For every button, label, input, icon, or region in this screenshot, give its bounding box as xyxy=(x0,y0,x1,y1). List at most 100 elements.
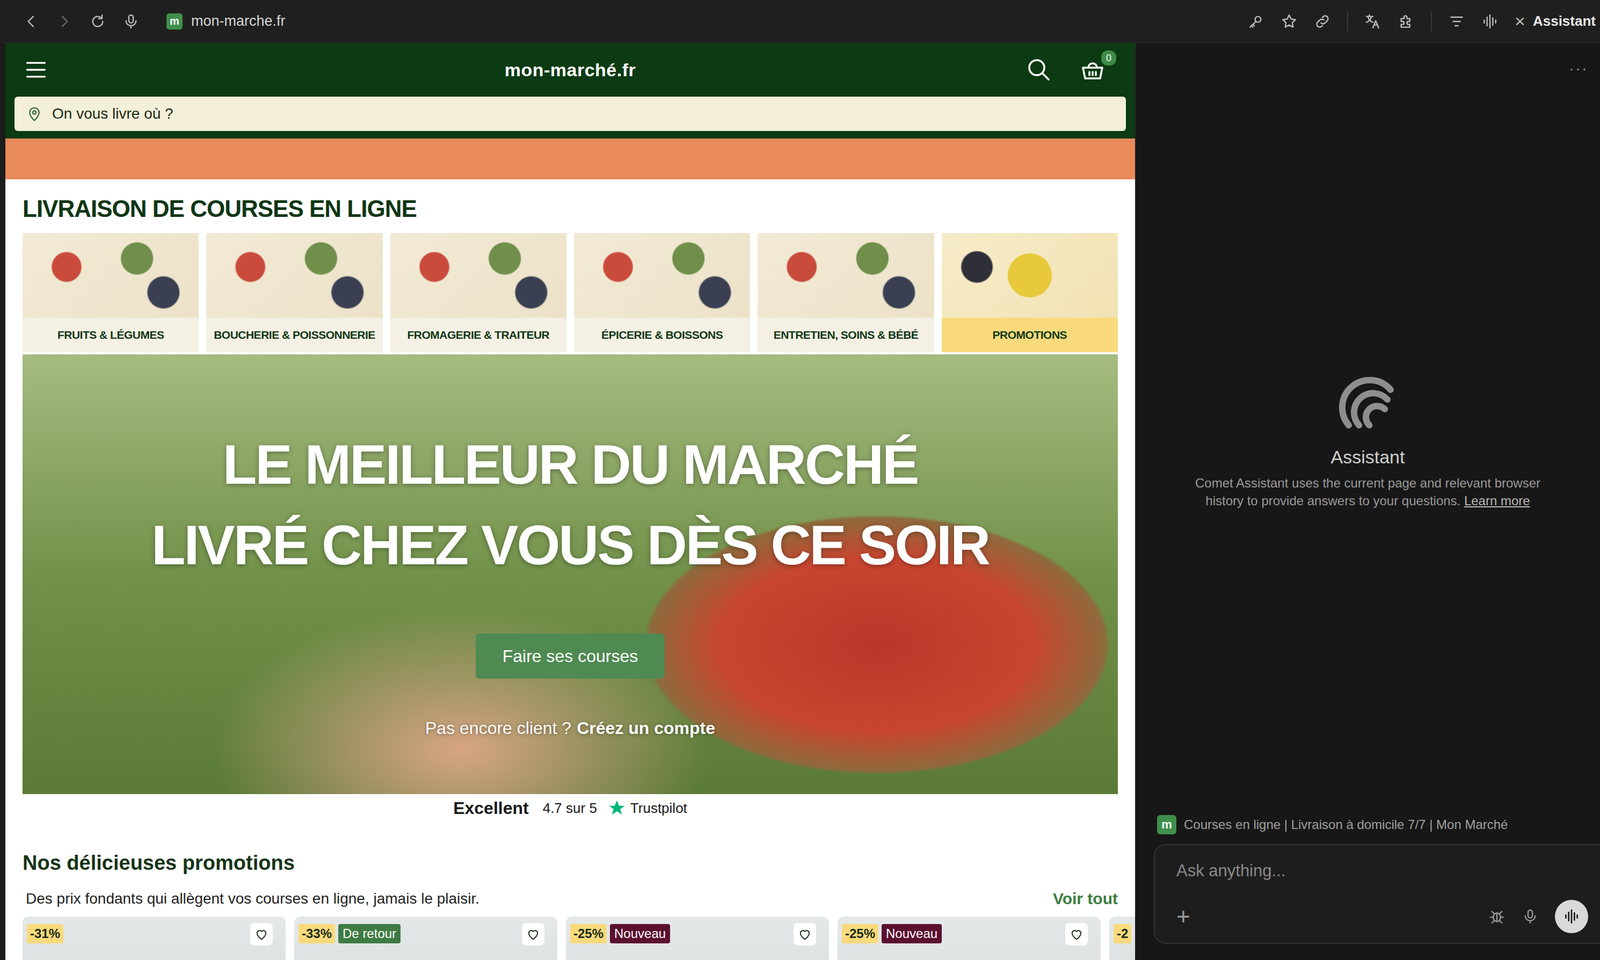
heart-icon xyxy=(525,926,541,942)
category-label: BOUCHERIE & POISSONNERIE xyxy=(206,317,383,353)
category-tile[interactable]: ÉPICERIE & BOISSONS xyxy=(573,233,751,353)
search-icon[interactable] xyxy=(1026,56,1052,83)
rating-label: Excellent xyxy=(453,798,529,819)
product-tag: De retour xyxy=(338,924,401,944)
category-label: ENTRETIEN, SOINS & BÉBÉ xyxy=(757,317,934,353)
category-label: PROMOTIONS xyxy=(941,317,1118,353)
url-text: mon-marche.fr xyxy=(191,12,286,30)
rating-score: 4.7 sur 5 xyxy=(542,800,598,817)
assistant-toggle-button[interactable]: × Assistant xyxy=(1514,10,1596,32)
waveform-icon xyxy=(1562,907,1581,926)
discount-badge: -25% xyxy=(841,924,879,944)
category-illustration xyxy=(22,233,199,318)
page-context-chip[interactable]: m Courses en ligne | Livraison à domicile… xyxy=(1135,815,1600,845)
site-header: mon-marché.fr 0 On vous livre où ? xyxy=(5,42,1136,139)
product-tag: Nouveau xyxy=(609,924,671,944)
favorite-button[interactable] xyxy=(1065,922,1088,946)
category-illustration xyxy=(573,233,751,318)
discount-badge: -2 xyxy=(1113,924,1132,944)
site-logo[interactable]: mon-marché.fr xyxy=(504,59,637,81)
key-icon[interactable] xyxy=(1247,12,1265,31)
promotions-title: Nos délicieuses promotions xyxy=(22,849,1118,876)
category-label: ÉPICERIE & BOISSONS xyxy=(573,317,751,353)
assistant-panel: ··· Assistant Comet Assistant uses the cur… xyxy=(1135,42,1600,960)
shop-button[interactable]: Faire ses courses xyxy=(475,633,666,679)
signup-prompt: Pas encore client ?Créez un compte xyxy=(425,718,716,739)
star-icon[interactable] xyxy=(1280,12,1298,31)
assistant-logo-icon xyxy=(1335,370,1401,435)
waveform-icon[interactable] xyxy=(1481,12,1499,31)
bug-icon[interactable] xyxy=(1488,907,1506,926)
input-placeholder: Ask anything... xyxy=(1176,861,1589,881)
assistant-input[interactable]: Ask anything... + xyxy=(1153,844,1600,944)
favorite-button[interactable] xyxy=(793,922,817,946)
category-tile[interactable]: ENTRETIEN, SOINS & BÉBÉ xyxy=(757,233,934,353)
assistant-label: Assistant xyxy=(1532,12,1596,30)
translate-icon[interactable] xyxy=(1364,12,1382,31)
learn-more-link[interactable]: Learn more xyxy=(1464,493,1531,508)
microphone-icon[interactable] xyxy=(122,12,140,31)
address-bar[interactable]: m mon-marche.fr xyxy=(166,12,286,30)
category-label: FRUITS & LÉGUMES xyxy=(22,317,199,353)
delivery-address-field[interactable]: On vous livre où ? xyxy=(14,96,1126,132)
delivery-address-placeholder: On vous livre où ? xyxy=(52,105,174,123)
voice-mode-button[interactable] xyxy=(1554,899,1589,934)
context-title: Courses en ligne | Livraison à domicile … xyxy=(1183,817,1508,833)
toolbar-separator xyxy=(1347,11,1349,32)
add-button[interactable]: + xyxy=(1176,904,1191,929)
close-icon[interactable]: × xyxy=(1514,10,1526,32)
home-content: LIVRAISON DE COURSES EN LIGNE FRUITS & LÉ… xyxy=(5,179,1136,960)
product-card[interactable]: -33%De retour xyxy=(294,916,558,960)
hero-title: LE MEILLEUR DU MARCHÉLIVRÉ CHEZ VOUS DÈS… xyxy=(151,424,989,586)
forward-icon[interactable] xyxy=(55,12,74,31)
menu-icon[interactable] xyxy=(24,57,48,82)
category-label: FROMAGERIE & TRAITEUR xyxy=(390,317,567,353)
promotion-cards: -31%-33%De retour-25%Nouveau-25%Nouveau-… xyxy=(22,916,1136,960)
promotions-header: Nos délicieuses promotions Des prix fonda… xyxy=(22,849,1118,908)
location-pin-icon xyxy=(26,105,43,122)
link-icon[interactable] xyxy=(1313,12,1332,31)
trustpilot-star-icon xyxy=(607,798,627,818)
product-card[interactable]: -31% xyxy=(22,916,286,960)
product-card[interactable]: -2 xyxy=(1109,916,1136,960)
web-page: mon-marché.fr 0 On vous livre où ? LIVRAISO… xyxy=(5,42,1136,960)
more-options-button[interactable]: ··· xyxy=(1568,59,1589,81)
promotions-subtitle: Des prix fondants qui allègent vos cours… xyxy=(25,890,480,908)
extensions-icon[interactable] xyxy=(1397,12,1415,31)
hero-banner: LE MEILLEUR DU MARCHÉLIVRÉ CHEZ VOUS DÈS… xyxy=(22,354,1118,795)
category-illustration xyxy=(390,233,567,318)
category-tile[interactable]: PROMOTIONS xyxy=(941,233,1118,353)
see-all-link[interactable]: Voir tout xyxy=(1052,889,1118,908)
create-account-link[interactable]: Créez un compte xyxy=(576,718,716,739)
back-icon[interactable] xyxy=(22,12,40,31)
category-tile[interactable]: FRUITS & LÉGUMES xyxy=(22,233,199,353)
assistant-title: Assistant xyxy=(1331,446,1406,468)
cart-button[interactable]: 0 xyxy=(1079,56,1106,83)
list-icon[interactable] xyxy=(1448,12,1466,31)
toolbar-separator xyxy=(1430,11,1432,32)
heart-icon xyxy=(1068,926,1085,942)
site-favicon: m xyxy=(166,13,183,30)
heart-icon xyxy=(797,926,813,942)
section-title: LIVRAISON DE COURSES EN LIGNE xyxy=(22,194,1118,224)
category-illustration xyxy=(206,233,383,318)
favorite-button[interactable] xyxy=(521,922,545,946)
browser-window: m mon-marche.fr × Assistant mon-marché.fr 0 On… xyxy=(0,0,1600,960)
trustpilot-brand: Trustpilot xyxy=(630,800,688,817)
assistant-description: Comet Assistant uses the current page an… xyxy=(1174,474,1562,510)
product-card[interactable]: -25%Nouveau xyxy=(837,916,1101,960)
product-card[interactable]: -25%Nouveau xyxy=(565,916,829,960)
cart-count-badge: 0 xyxy=(1100,49,1118,67)
product-tag: Nouveau xyxy=(881,924,942,944)
category-tile[interactable]: BOUCHERIE & POISSONNERIE xyxy=(206,233,383,353)
trustpilot-rating[interactable]: Excellent 4.7 sur 5 Trustpilot xyxy=(22,794,1118,823)
microphone-icon[interactable] xyxy=(1521,907,1539,926)
browser-toolbar: m mon-marche.fr × Assistant xyxy=(0,0,1600,43)
discount-badge: -33% xyxy=(298,924,336,944)
reload-icon[interactable] xyxy=(89,12,107,31)
favorite-button[interactable] xyxy=(250,922,273,946)
category-tile[interactable]: FROMAGERIE & TRAITEUR xyxy=(390,233,567,353)
context-favicon: m xyxy=(1157,815,1177,835)
discount-badge: -31% xyxy=(26,924,64,944)
category-illustration xyxy=(941,233,1118,318)
